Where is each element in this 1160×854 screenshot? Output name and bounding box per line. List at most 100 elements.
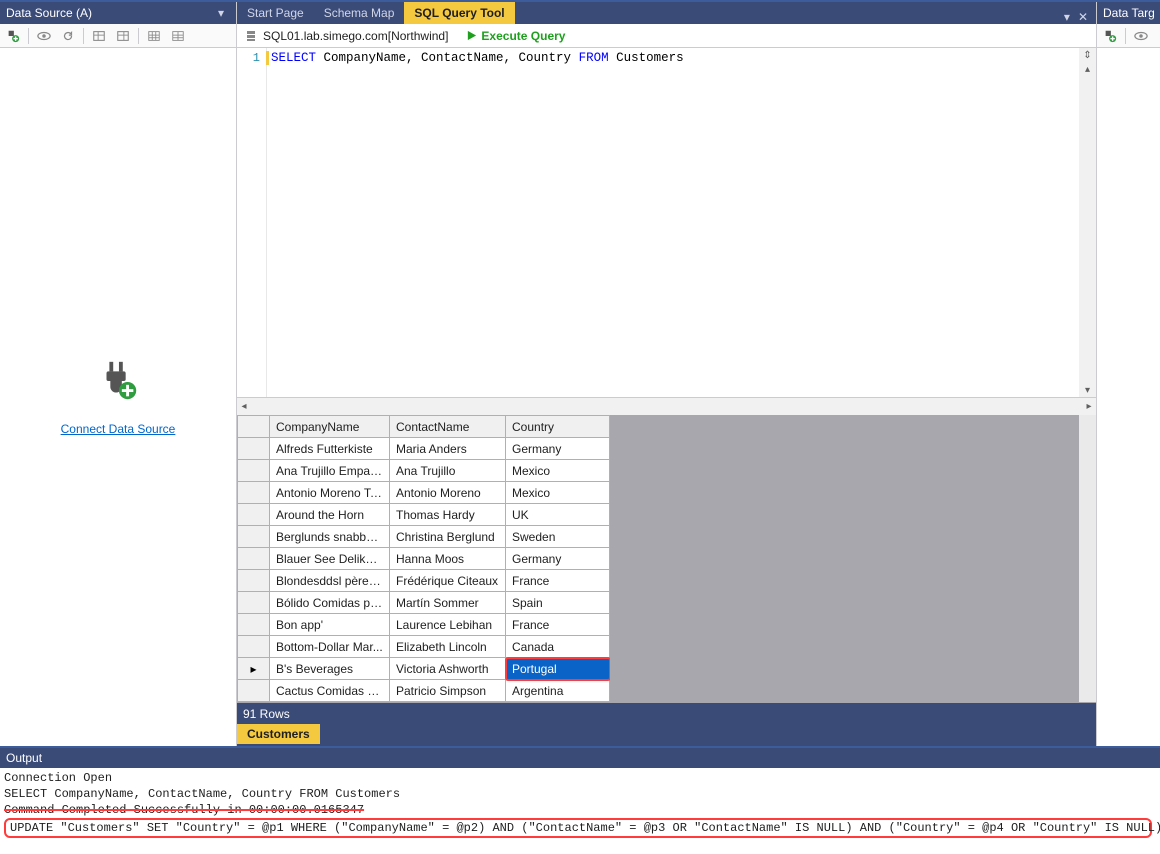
cell-contact[interactable]: Thomas Hardy — [390, 504, 506, 526]
data-target-panel: Data Target — [1096, 2, 1160, 746]
cell-country[interactable]: Argentina — [506, 680, 610, 702]
col-contact[interactable]: ContactName — [390, 416, 506, 438]
cell-country[interactable]: Spain — [506, 592, 610, 614]
table1-icon[interactable] — [90, 27, 108, 45]
cell-contact[interactable]: Martín Sommer — [390, 592, 506, 614]
cell-country[interactable]: Canada — [506, 636, 610, 658]
cell-contact[interactable]: Antonio Moreno — [390, 482, 506, 504]
cell-company[interactable]: Blondesddsl père et... — [270, 570, 390, 592]
cell-contact[interactable]: Laurence Lebihan — [390, 614, 506, 636]
cell-country[interactable]: Sweden — [506, 526, 610, 548]
cell-contact[interactable]: Patricio Simpson — [390, 680, 506, 702]
cell-company[interactable]: Antonio Moreno Ta... — [270, 482, 390, 504]
preview-target-icon[interactable] — [1132, 27, 1150, 45]
row-header[interactable] — [238, 680, 270, 702]
editor-code[interactable]: SELECT CompanyName, ContactName, Country… — [267, 48, 1079, 397]
table-row[interactable]: Berglunds snabbköpChristina BerglundSwed… — [238, 526, 610, 548]
dropdown-icon[interactable]: ▾ — [218, 6, 224, 20]
table-row[interactable]: Alfreds FutterkisteMaria AndersGermany — [238, 438, 610, 460]
cell-contact[interactable]: Ana Trujillo — [390, 460, 506, 482]
data-source-body: Connect Data Source — [0, 48, 236, 746]
row-header[interactable] — [238, 526, 270, 548]
output-line: Connection Open — [4, 770, 1156, 786]
output-body[interactable]: Connection OpenSELECT CompanyName, Conta… — [0, 768, 1160, 852]
grid-vscrollbar[interactable] — [1079, 415, 1096, 702]
row-header[interactable] — [238, 570, 270, 592]
table-row[interactable]: Blauer See Delikate...Hanna MoosGermany — [238, 548, 610, 570]
scroll-right-icon[interactable]: ▸ — [1082, 401, 1096, 412]
execute-query-button[interactable]: Execute Query — [466, 29, 565, 43]
table-row[interactable]: Ana Trujillo Empare...Ana TrujilloMexico — [238, 460, 610, 482]
grid2-icon[interactable] — [169, 27, 187, 45]
document-tabs: Start Page Schema Map SQL Query Tool ▾ ✕ — [237, 2, 1096, 24]
row-header[interactable] — [238, 482, 270, 504]
cell-country[interactable]: Mexico — [506, 460, 610, 482]
table-row[interactable]: Bon app'Laurence LebihanFrance — [238, 614, 610, 636]
refresh-icon[interactable] — [59, 27, 77, 45]
query-toolbar: SQL01.lab.simego.com[Northwind] Execute … — [237, 24, 1096, 48]
scroll-up-icon[interactable]: ▴ — [1085, 62, 1090, 76]
collapse-icon[interactable]: ⇕ — [1083, 48, 1091, 62]
cell-contact[interactable]: Hanna Moos — [390, 548, 506, 570]
result-tab-customers[interactable]: Customers — [237, 724, 320, 744]
cell-country[interactable]: Germany — [506, 548, 610, 570]
row-header[interactable] — [238, 592, 270, 614]
table-row[interactable]: ▸B's BeveragesVictoria AshworthPortugal — [238, 658, 610, 680]
row-header[interactable] — [238, 548, 270, 570]
cell-company[interactable]: Bottom-Dollar Mar... — [270, 636, 390, 658]
cell-contact[interactable]: Elizabeth Lincoln — [390, 636, 506, 658]
row-header[interactable] — [238, 460, 270, 482]
scroll-down-icon[interactable]: ▾ — [1085, 383, 1090, 397]
cell-company[interactable]: Cactus Comidas pa... — [270, 680, 390, 702]
cell-country[interactable]: France — [506, 570, 610, 592]
cell-company[interactable]: Around the Horn — [270, 504, 390, 526]
cell-country[interactable]: France — [506, 614, 610, 636]
row-header[interactable]: ▸ — [238, 658, 270, 680]
table-row[interactable]: Antonio Moreno Ta...Antonio MorenoMexico — [238, 482, 610, 504]
tab-start-page[interactable]: Start Page — [237, 2, 314, 24]
grid1-icon[interactable] — [145, 27, 163, 45]
row-header[interactable] — [238, 504, 270, 526]
editor-hscrollbar[interactable]: ◂ ▸ — [237, 398, 1096, 415]
output-line: Command Completed Successfully in 00:00:… — [4, 802, 1156, 818]
cell-company[interactable]: Bon app' — [270, 614, 390, 636]
cell-contact[interactable]: Christina Berglund — [390, 526, 506, 548]
tabs-close-icon[interactable]: ✕ — [1078, 10, 1088, 24]
cell-country[interactable]: Portugal — [506, 658, 610, 680]
row-header[interactable] — [238, 438, 270, 460]
tabs-dropdown-icon[interactable]: ▾ — [1064, 10, 1070, 24]
table-row[interactable]: Bottom-Dollar Mar...Elizabeth LincolnCan… — [238, 636, 610, 658]
cell-company[interactable]: B's Beverages — [270, 658, 390, 680]
preview-icon[interactable] — [35, 27, 53, 45]
cell-contact[interactable]: Frédérique Citeaux — [390, 570, 506, 592]
results-grid[interactable]: CompanyName ContactName Country Alfreds … — [237, 415, 610, 702]
add-target-icon[interactable] — [1101, 27, 1119, 45]
table-row[interactable]: Cactus Comidas pa...Patricio SimpsonArge… — [238, 680, 610, 702]
tab-schema-map[interactable]: Schema Map — [314, 2, 405, 24]
cell-country[interactable]: Germany — [506, 438, 610, 460]
col-country[interactable]: Country — [506, 416, 610, 438]
tab-sql-query-tool[interactable]: SQL Query Tool — [404, 2, 514, 24]
cell-contact[interactable]: Maria Anders — [390, 438, 506, 460]
row-header[interactable] — [238, 636, 270, 658]
cell-company[interactable]: Berglunds snabbköp — [270, 526, 390, 548]
row-header[interactable] — [238, 614, 270, 636]
cell-company[interactable]: Alfreds Futterkiste — [270, 438, 390, 460]
data-source-panel: Data Source (A) ▾ — [0, 2, 237, 746]
table-row[interactable]: Blondesddsl père et...Frédérique Citeaux… — [238, 570, 610, 592]
scroll-left-icon[interactable]: ◂ — [237, 401, 251, 412]
cell-country[interactable]: Mexico — [506, 482, 610, 504]
sql-editor[interactable]: 1 SELECT CompanyName, ContactName, Count… — [237, 48, 1096, 398]
table-row[interactable]: Bólido Comidas pr...Martín SommerSpain — [238, 592, 610, 614]
cell-company[interactable]: Blauer See Delikate... — [270, 548, 390, 570]
connect-data-source-link[interactable]: Connect Data Source — [61, 422, 176, 436]
add-connection-icon[interactable] — [4, 27, 22, 45]
cell-company[interactable]: Ana Trujillo Empare... — [270, 460, 390, 482]
cell-company[interactable]: Bólido Comidas pr... — [270, 592, 390, 614]
cell-contact[interactable]: Victoria Ashworth — [390, 658, 506, 680]
cell-country[interactable]: UK — [506, 504, 610, 526]
table2-icon[interactable] — [114, 27, 132, 45]
editor-vscrollbar[interactable]: ⇕ ▴ ▾ — [1079, 48, 1096, 397]
col-company[interactable]: CompanyName — [270, 416, 390, 438]
table-row[interactable]: Around the HornThomas HardyUK — [238, 504, 610, 526]
